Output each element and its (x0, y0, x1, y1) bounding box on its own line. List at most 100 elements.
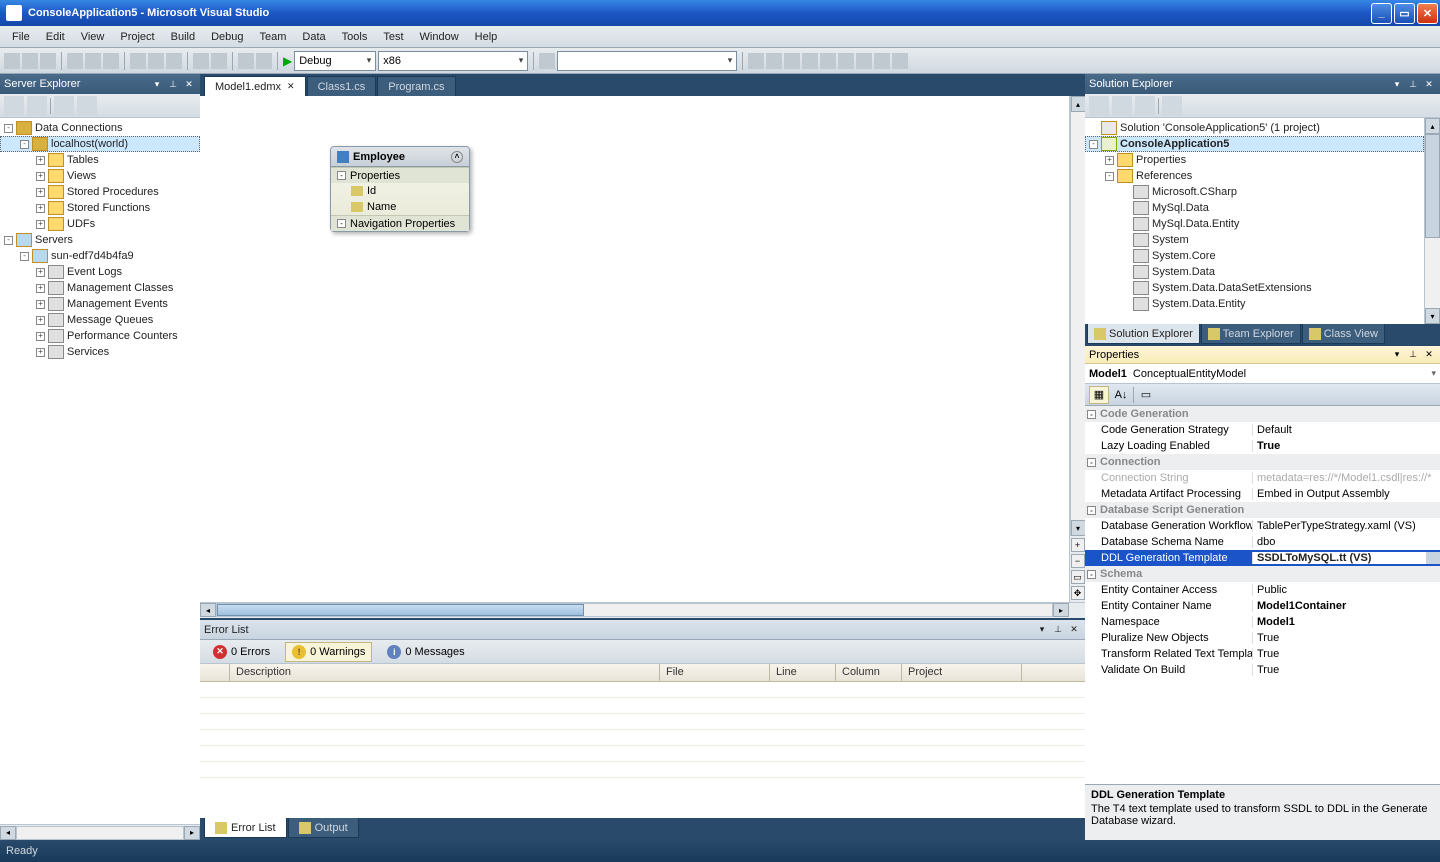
vertical-scrollbar[interactable]: ▴▾ (1070, 96, 1086, 536)
scroll-left-icon[interactable]: ◂ (0, 826, 16, 840)
pin-icon[interactable]: ⊥ (1406, 348, 1420, 362)
output-tab[interactable]: Error List (204, 818, 287, 838)
add-item-dropdown[interactable] (40, 53, 56, 69)
close-icon[interactable]: ✕ (182, 77, 196, 91)
property-row[interactable]: Entity Container AccessPublic (1085, 582, 1440, 598)
nav-back-button[interactable] (238, 53, 254, 69)
vertical-scrollbar[interactable]: ▴▾ (1424, 118, 1440, 324)
property-row[interactable]: Validate On BuildTrue (1085, 662, 1440, 678)
view-code-button[interactable] (1162, 96, 1182, 116)
entity-props-header[interactable]: -Properties (331, 167, 469, 183)
property-value[interactable]: Model1 (1253, 616, 1440, 628)
column-header[interactable] (200, 664, 230, 681)
menu-data[interactable]: Data (294, 28, 333, 46)
find-button[interactable] (539, 53, 555, 69)
expander-icon[interactable]: - (337, 171, 346, 180)
tree-item[interactable]: +Views (0, 168, 200, 184)
messages-filter[interactable]: i0 Messages (380, 642, 471, 662)
property-row[interactable]: Database Schema Namedbo (1085, 534, 1440, 550)
solution-explorer-tree[interactable]: Solution 'ConsoleApplication5' (1 projec… (1085, 118, 1424, 324)
tool-button-6[interactable] (838, 53, 854, 69)
alphabetical-button[interactable]: A↓ (1111, 386, 1131, 404)
tree-item[interactable]: +Services (0, 344, 200, 360)
save-button[interactable] (85, 53, 101, 69)
save-all-button[interactable] (103, 53, 119, 69)
scroll-track[interactable] (216, 603, 1053, 617)
tool-button-3[interactable] (784, 53, 800, 69)
menu-tools[interactable]: Tools (334, 28, 376, 46)
tree-item[interactable]: -localhost(world) (0, 136, 200, 152)
start-debug-button[interactable]: ▶ (283, 54, 292, 68)
property-pages-button[interactable]: ▭ (1136, 386, 1156, 404)
expander-icon[interactable]: - (1105, 172, 1114, 181)
property-category[interactable]: -Schema (1085, 566, 1440, 582)
tool-button-9[interactable] (892, 53, 908, 69)
expander-icon[interactable]: + (36, 268, 45, 277)
tree-item[interactable]: -References (1085, 168, 1424, 184)
expander-icon[interactable]: - (4, 124, 13, 133)
dropdown-icon[interactable]: ▾ (1390, 77, 1404, 91)
expander-icon[interactable]: - (1087, 570, 1096, 579)
property-category[interactable]: -Database Script Generation (1085, 502, 1440, 518)
find-combo[interactable] (557, 51, 737, 71)
panel-tab[interactable]: Solution Explorer (1087, 324, 1200, 344)
panel-tab[interactable]: Class View (1302, 324, 1385, 344)
tree-item[interactable]: +UDFs (0, 216, 200, 232)
copy-button[interactable] (148, 53, 164, 69)
expander-icon[interactable]: + (36, 220, 45, 229)
redo-button[interactable] (211, 53, 227, 69)
error-list-grid[interactable]: DescriptionFileLineColumnProject (200, 664, 1085, 818)
entity-property[interactable]: Id (331, 183, 469, 199)
tree-item[interactable]: +Management Classes (0, 280, 200, 296)
menu-test[interactable]: Test (375, 28, 411, 46)
menu-team[interactable]: Team (252, 28, 295, 46)
property-category[interactable]: -Connection (1085, 454, 1440, 470)
property-row[interactable]: DDL Generation TemplateSSDLToMySQL.tt (V… (1085, 550, 1440, 566)
dropdown-icon[interactable]: ▾ (1390, 348, 1404, 362)
dropdown-icon[interactable]: ▾ (150, 77, 164, 91)
undo-button[interactable] (193, 53, 209, 69)
entity-nav-header[interactable]: -Navigation Properties (331, 215, 469, 231)
tree-item[interactable]: -sun-edf7d4b4fa9 (0, 248, 200, 264)
tool-button-2[interactable] (766, 53, 782, 69)
property-value[interactable]: True (1253, 664, 1440, 676)
property-row[interactable]: NamespaceModel1 (1085, 614, 1440, 630)
tree-item[interactable]: +Stored Functions (0, 200, 200, 216)
expander-icon[interactable]: + (36, 348, 45, 357)
menu-build[interactable]: Build (163, 28, 203, 46)
expander-icon[interactable]: + (36, 332, 45, 341)
scroll-right-icon[interactable]: ▸ (184, 826, 200, 840)
tool-button-8[interactable] (874, 53, 890, 69)
property-row[interactable]: Transform Related Text TemplatTrue (1085, 646, 1440, 662)
tree-item[interactable]: +Event Logs (0, 264, 200, 280)
pan-icon[interactable]: ✥ (1071, 586, 1085, 600)
tree-item[interactable]: System.Data.Entity (1085, 296, 1424, 312)
editor-tab[interactable]: Model1.edmx✕ (204, 76, 306, 96)
property-category[interactable]: -Code Generation (1085, 406, 1440, 422)
server-explorer-tree[interactable]: -Data Connections-localhost(world)+Table… (0, 118, 200, 824)
scroll-thumb[interactable] (217, 604, 584, 616)
expander-icon[interactable]: - (1087, 506, 1096, 515)
tool-button-7[interactable] (856, 53, 872, 69)
horizontal-scrollbar[interactable]: ◂ ▸ (0, 824, 200, 840)
close-button[interactable]: ✕ (1417, 3, 1438, 24)
property-value[interactable]: TablePerTypeStrategy.xaml (VS) (1253, 520, 1440, 532)
property-value[interactable]: True (1253, 440, 1440, 452)
property-value[interactable]: dbo (1253, 536, 1440, 548)
column-header[interactable]: Column (836, 664, 902, 681)
designer-canvas[interactable]: Employee ˄ -Properties IdName -Navigatio… (200, 96, 1069, 602)
tree-item[interactable]: +Stored Procedures (0, 184, 200, 200)
close-icon[interactable]: ✕ (1067, 623, 1081, 637)
column-header[interactable]: Project (902, 664, 1022, 681)
dropdown-icon[interactable]: ▾ (1035, 623, 1049, 637)
scroll-track[interactable] (1071, 112, 1086, 520)
tree-item[interactable]: +Properties (1085, 152, 1424, 168)
platform-dropdown[interactable]: x86 (378, 51, 528, 71)
close-icon[interactable]: ✕ (1422, 77, 1436, 91)
nav-fwd-button[interactable] (256, 53, 272, 69)
zoom-in-icon[interactable]: + (1071, 538, 1085, 552)
categorized-button[interactable]: ▦ (1089, 386, 1109, 404)
pin-icon[interactable]: ⊥ (166, 77, 180, 91)
expander-icon[interactable]: - (20, 140, 29, 149)
scroll-track[interactable] (16, 826, 184, 840)
